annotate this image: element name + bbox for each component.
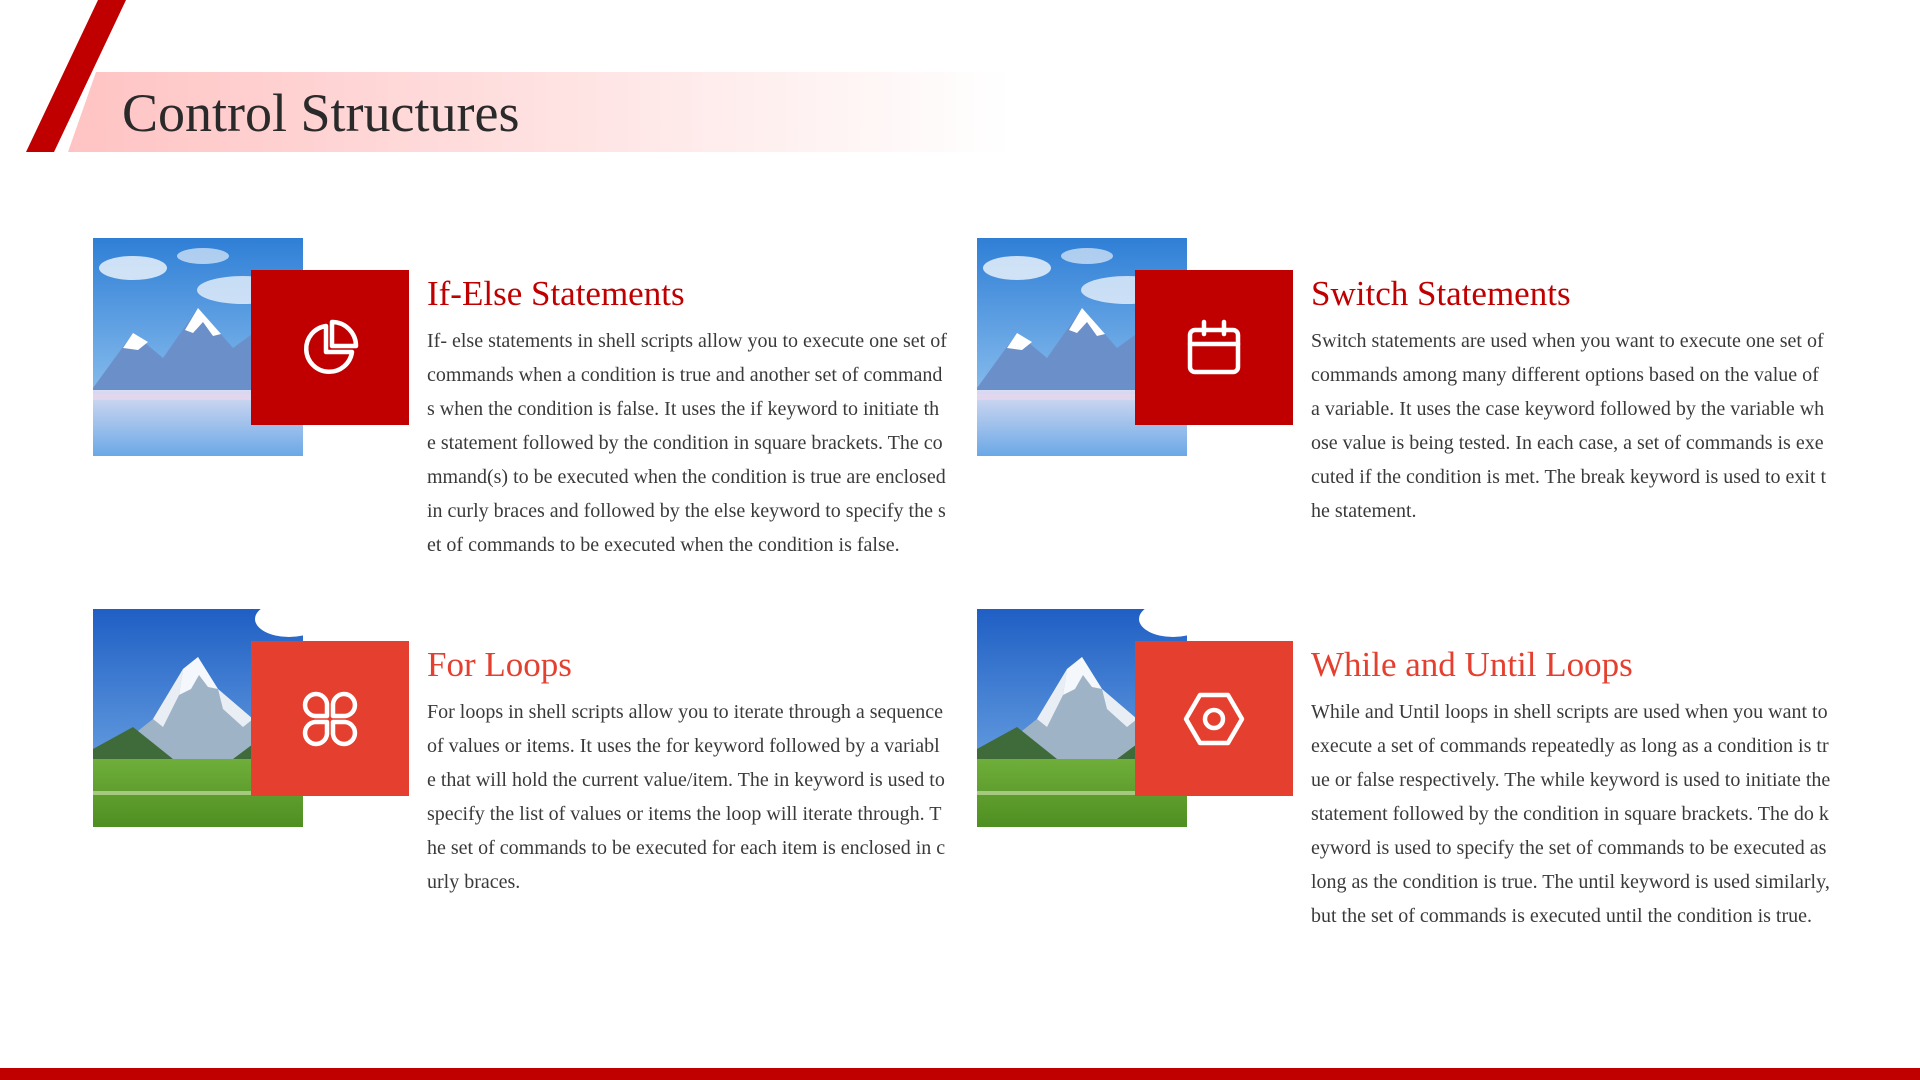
four-petal-grid-icon	[302, 691, 358, 746]
hex-nut-icon	[1183, 692, 1245, 745]
bottom-accent-bar	[0, 1068, 1920, 1080]
card-while-until: While and Until Loops While and Until lo…	[977, 609, 1857, 969]
card-body: While and Until loops in shell scripts a…	[1311, 701, 1831, 927]
card-for-loops: For Loops For loops in shell scripts all…	[93, 609, 973, 969]
card-switch: Switch Statements Switch statements are …	[977, 238, 1857, 598]
card-title: Switch Statements	[1311, 274, 1571, 313]
card-body: Switch statements are used when you want…	[1311, 330, 1827, 522]
slide-title: Control Structures	[122, 83, 520, 143]
card-title: If-Else Statements	[427, 274, 685, 313]
card-title: For Loops	[427, 645, 572, 684]
card-body: For loops in shell scripts allow you to …	[427, 701, 946, 893]
icon-box	[251, 641, 409, 796]
pie-chart-icon	[304, 319, 359, 374]
card-title: While and Until Loops	[1311, 645, 1633, 684]
calendar-icon	[1187, 319, 1241, 374]
icon-box	[1135, 270, 1293, 425]
icon-box	[251, 270, 409, 425]
card-if-else: If-Else Statements If- else statements i…	[93, 238, 973, 598]
card-body: If- else statements in shell scripts all…	[427, 330, 947, 556]
icon-box	[1135, 641, 1293, 796]
